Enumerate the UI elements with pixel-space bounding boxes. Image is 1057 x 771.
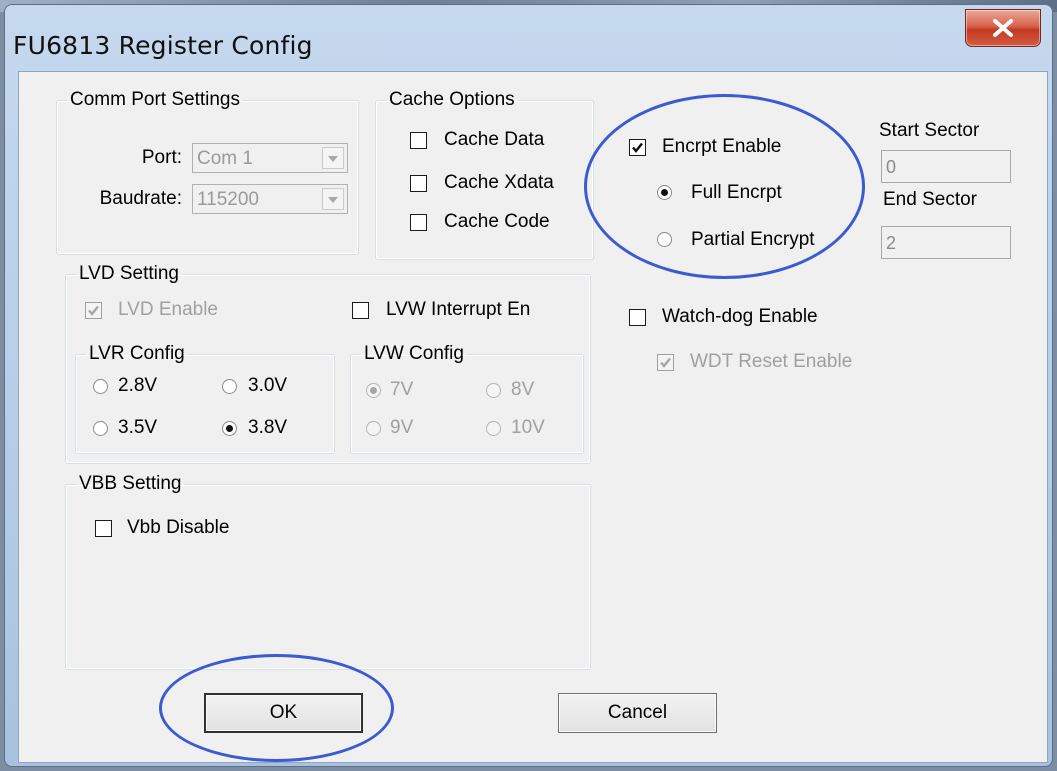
lvd-enable-label: LVD Enable — [118, 299, 218, 320]
lvr-3.8v-radio[interactable] — [222, 421, 237, 436]
start-sector-value: 0 — [886, 157, 897, 177]
baudrate-select[interactable]: 115200 — [192, 184, 348, 214]
end-sector-label: End Sector — [883, 189, 977, 210]
close-button[interactable] — [965, 9, 1041, 47]
baudrate-select-value: 115200 — [197, 189, 259, 210]
port-select-value: Com 1 — [197, 148, 253, 169]
lvw-8v-label: 8V — [511, 379, 535, 400]
encrypt-enable-checkbox[interactable] — [629, 139, 646, 156]
chevron-down-icon[interactable] — [322, 188, 344, 210]
lvr-3.0v-label: 3.0V — [248, 375, 288, 396]
dialog-client-area: Comm Port Settings Port: Com 1 Baudrate:… — [18, 71, 1048, 763]
lvr-2.8v-label: 2.8V — [118, 375, 158, 396]
lvr-3.5v-radio[interactable] — [93, 421, 108, 436]
comm-port-legend: Comm Port Settings — [70, 89, 240, 110]
lvw-7v-label: 7V — [390, 379, 414, 400]
vbb-setting-group: VBB Setting — [65, 474, 591, 670]
cache-options-legend: Cache Options — [389, 89, 515, 110]
cache-data-checkbox[interactable] — [410, 132, 427, 149]
ok-button[interactable]: OK — [204, 693, 363, 733]
partial-encrypt-label: Partial Encrypt — [691, 229, 815, 250]
window-title: FU6813 Register Config — [13, 31, 313, 60]
cancel-button[interactable]: Cancel — [558, 693, 717, 733]
dialog-window: FU6813 Register Config Comm Port Setting… — [4, 4, 1053, 767]
cache-code-checkbox[interactable] — [410, 214, 427, 231]
end-sector-value: 2 — [886, 233, 897, 253]
lvw-8v-radio[interactable] — [486, 383, 501, 398]
end-sector-field[interactable]: 2 — [881, 226, 1011, 259]
watchdog-enable-label: Watch-dog Enable — [662, 306, 818, 327]
watchdog-enable-checkbox[interactable] — [629, 309, 646, 326]
cache-code-label: Cache Code — [444, 211, 550, 232]
encrypt-enable-label: Encrpt Enable — [662, 136, 782, 157]
full-encrypt-label: Full Encrpt — [691, 182, 782, 203]
start-sector-label: Start Sector — [879, 120, 980, 141]
lvr-3.0v-radio[interactable] — [222, 379, 237, 394]
close-icon — [993, 19, 1013, 37]
vbb-setting-legend: VBB Setting — [79, 473, 182, 494]
port-label: Port: — [141, 147, 182, 168]
cache-data-label: Cache Data — [444, 129, 545, 150]
start-sector-field[interactable]: 0 — [881, 150, 1011, 183]
lvw-interrupt-checkbox[interactable] — [352, 302, 369, 319]
chevron-down-icon[interactable] — [322, 147, 344, 169]
cache-xdata-checkbox[interactable] — [410, 175, 427, 192]
lvr-2.8v-radio[interactable] — [93, 379, 108, 394]
checkmark-icon — [88, 305, 99, 316]
lvd-enable-checkbox[interactable] — [85, 302, 102, 319]
lvr-3.8v-label: 3.8V — [248, 417, 288, 438]
cache-xdata-label: Cache Xdata — [444, 172, 554, 193]
vbb-disable-checkbox[interactable] — [95, 520, 112, 537]
checkmark-icon — [632, 142, 643, 153]
checkmark-icon — [660, 357, 671, 368]
lvw-config-group: LVW Config — [350, 344, 584, 454]
wdt-reset-label: WDT Reset Enable — [690, 351, 853, 372]
lvd-setting-legend: LVD Setting — [79, 263, 179, 284]
vbb-disable-label: Vbb Disable — [127, 517, 230, 538]
lvw-10v-radio[interactable] — [486, 421, 501, 436]
baudrate-label: Baudrate: — [99, 188, 182, 209]
lvw-7v-radio[interactable] — [366, 383, 381, 398]
port-select[interactable]: Com 1 — [192, 143, 348, 173]
wdt-reset-checkbox[interactable] — [657, 354, 674, 371]
lvr-3.5v-label: 3.5V — [118, 417, 158, 438]
partial-encrypt-radio[interactable] — [657, 232, 672, 247]
lvr-config-group: LVR Config — [75, 344, 335, 454]
lvw-10v-label: 10V — [511, 417, 545, 438]
lvw-config-legend: LVW Config — [364, 343, 464, 364]
lvw-interrupt-label: LVW Interrupt En — [386, 299, 531, 320]
full-encrypt-radio[interactable] — [657, 185, 672, 200]
lvr-config-legend: LVR Config — [89, 343, 185, 364]
lvw-9v-radio[interactable] — [366, 421, 381, 436]
lvw-9v-label: 9V — [390, 417, 414, 438]
